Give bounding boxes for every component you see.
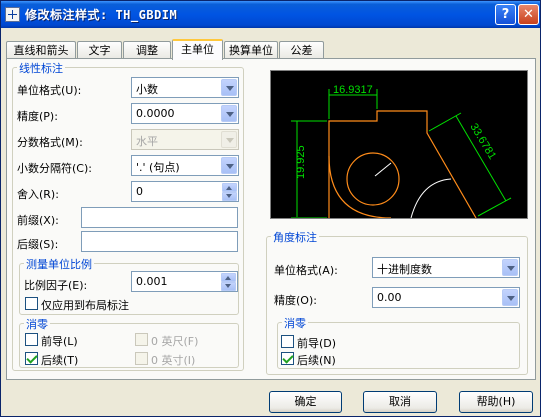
- suffix-input[interactable]: [81, 231, 238, 252]
- unit-format-select[interactable]: 小数: [131, 77, 239, 98]
- layout-only-label: 仅应用到布局标注: [41, 299, 129, 312]
- chevron-down-icon: [221, 131, 237, 148]
- spin-up-icon[interactable]: [222, 183, 237, 192]
- chevron-down-icon[interactable]: [502, 289, 518, 306]
- spin-down-icon[interactable]: [221, 282, 236, 291]
- trailing-zero-checkbox[interactable]: [25, 352, 38, 365]
- scale-factor-label: 比例因子(E):: [24, 279, 88, 292]
- angular-unit-format-label: 单位格式(A):: [274, 264, 338, 277]
- trailing-zero-label: 后续(T): [41, 354, 79, 367]
- round-off-value: 0: [136, 185, 143, 198]
- help-button[interactable]: 帮助(H): [459, 391, 533, 413]
- app-icon: [5, 7, 20, 22]
- help-title-button[interactable]: ?: [495, 4, 516, 25]
- angular-unit-format-select[interactable]: 十进制度数: [372, 257, 520, 278]
- spin-down-icon[interactable]: [222, 192, 237, 201]
- zero-suppression-legend: 消零: [24, 316, 50, 332]
- round-off-label: 舍入(R):: [17, 188, 59, 201]
- preview-pane: 16.9317 19.925 33.6781: [270, 70, 528, 219]
- decimal-separator-select[interactable]: '.' (句点): [131, 155, 239, 176]
- angular-trailing-zero-checkbox[interactable]: [281, 352, 294, 365]
- linear-dimensions-legend: 线性标注: [17, 60, 65, 76]
- leading-zero-checkbox[interactable]: [25, 333, 38, 346]
- cancel-button[interactable]: 取消: [363, 391, 437, 413]
- zero-inches-checkbox: [135, 352, 148, 365]
- precision-value: 0.0000: [136, 107, 175, 120]
- chevron-down-icon[interactable]: [221, 79, 237, 96]
- ok-button[interactable]: 确定: [269, 391, 342, 413]
- aligned-dimension-text: 33.6781: [467, 121, 498, 161]
- precision-label: 精度(P):: [17, 110, 58, 123]
- horizontal-dimension-text: 16.9317: [333, 84, 373, 96]
- vertical-dimension-text: 19.925: [295, 145, 307, 179]
- angle-arc: [410, 178, 452, 219]
- leading-zero-label: 前导(L): [41, 335, 78, 348]
- angular-unit-format-value: 十进制度数: [377, 263, 432, 276]
- title-bar[interactable]: 修改标注样式: TH_GBDIM ? ✕: [1, 1, 540, 28]
- scale-legend: 测量单位比例: [24, 256, 94, 272]
- angular-leading-zero-label: 前导(D): [297, 337, 337, 350]
- hole-circle: [346, 152, 400, 206]
- fraction-format-value: 水平: [136, 135, 158, 148]
- suffix-label: 后缀(S):: [17, 238, 59, 251]
- scale-factor-value: 0.001: [136, 275, 168, 288]
- precision-select[interactable]: 0.0000: [131, 103, 239, 124]
- chevron-down-icon[interactable]: [221, 157, 237, 174]
- dialog-window: 修改标注样式: TH_GBDIM ? ✕ 直线和箭头 文字 调整 主单位 换算单…: [0, 0, 541, 417]
- zero-feet-checkbox: [135, 333, 148, 346]
- unit-format-value: 小数: [136, 83, 158, 96]
- round-off-input[interactable]: 0: [131, 181, 239, 202]
- prefix-label: 前缀(X):: [17, 214, 59, 227]
- unit-format-label: 单位格式(U):: [17, 84, 82, 97]
- zero-inches-label: 0 英寸(I): [151, 354, 196, 367]
- prefix-input[interactable]: [81, 207, 238, 228]
- tab-primary-units[interactable]: 主单位: [172, 39, 223, 60]
- fraction-format-label: 分数格式(M):: [17, 136, 83, 149]
- chevron-down-icon[interactable]: [221, 105, 237, 122]
- scale-factor-input[interactable]: 0.001: [131, 271, 238, 292]
- angular-precision-label: 精度(O):: [274, 294, 317, 307]
- window-title: 修改标注样式: TH_GBDIM: [25, 8, 178, 22]
- zero-feet-label: 0 英尺(F): [151, 335, 199, 348]
- spin-up-icon[interactable]: [221, 273, 236, 282]
- angular-dimensions-legend: 角度标注: [271, 229, 319, 245]
- layout-only-checkbox[interactable]: [25, 297, 38, 310]
- close-button[interactable]: ✕: [518, 4, 539, 25]
- angular-precision-select[interactable]: 0.00: [372, 287, 520, 308]
- preview-drawing: 16.9317 19.925 33.6781: [291, 84, 512, 219]
- angular-precision-value: 0.00: [377, 291, 402, 304]
- angular-trailing-zero-label: 后续(N): [297, 354, 336, 367]
- center-leader: [374, 162, 392, 177]
- decimal-separator-value: '.' (句点): [136, 161, 180, 174]
- part-fillet: [328, 155, 392, 219]
- chevron-down-icon[interactable]: [502, 259, 518, 276]
- decimal-separator-label: 小数分隔符(C):: [17, 162, 92, 175]
- angular-leading-zero-checkbox[interactable]: [281, 335, 294, 348]
- fraction-format-select: 水平: [131, 129, 239, 150]
- angular-zero-suppression-legend: 消零: [282, 315, 308, 331]
